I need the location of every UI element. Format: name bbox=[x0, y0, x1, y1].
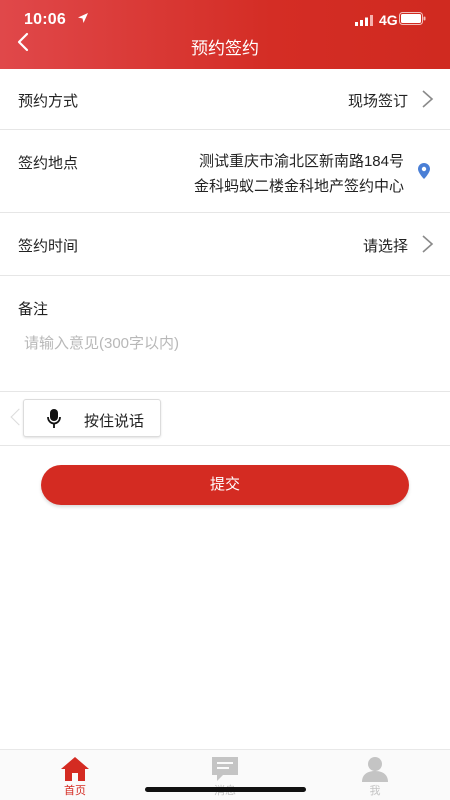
app-header: 10:06 4G 预约签约 bbox=[0, 0, 450, 69]
location-arrow-icon bbox=[78, 13, 88, 23]
time-label: 签约时间 bbox=[18, 238, 79, 255]
tab-home-label: 首页 bbox=[64, 785, 86, 797]
location-row: 签约地点 测试重庆市渝北区新南路184号 金科蚂蚁二楼金科地产签约中心 bbox=[0, 130, 450, 213]
tab-home[interactable]: 首页 bbox=[30, 750, 120, 800]
address-line-1: 测试重庆市渝北区新南路184号 bbox=[198, 153, 404, 170]
location-label: 签约地点 bbox=[18, 155, 79, 172]
location-pin-icon[interactable] bbox=[418, 163, 430, 179]
tab-bar: 首页 消息 我 bbox=[0, 749, 450, 800]
submit-button[interactable]: 提交 bbox=[41, 465, 409, 505]
remark-input[interactable]: 请输入意见(300字以内) bbox=[24, 332, 179, 353]
voice-button-label: 按住说话 bbox=[84, 413, 145, 430]
network-type: 4G bbox=[379, 12, 398, 28]
battery-icon bbox=[399, 12, 426, 25]
user-icon bbox=[362, 757, 388, 782]
method-row[interactable]: 预约方式 现场签订 bbox=[0, 69, 450, 130]
location-address: 测试重庆市渝北区新南路184号 金科蚂蚁二楼金科地产签约中心 bbox=[144, 149, 404, 199]
tab-me-label: 我 bbox=[369, 785, 381, 797]
home-icon bbox=[61, 757, 89, 781]
remark-label: 备注 bbox=[18, 301, 49, 318]
hold-to-talk-button[interactable]: 按住说话 bbox=[23, 399, 161, 437]
tab-messages[interactable]: 消息 bbox=[180, 750, 270, 800]
tab-me[interactable]: 我 bbox=[330, 750, 420, 800]
divider bbox=[0, 445, 450, 446]
time-row[interactable]: 签约时间 请选择 bbox=[0, 213, 450, 276]
time-value: 请选择 bbox=[362, 238, 408, 255]
status-time: 10:06 bbox=[24, 11, 66, 28]
message-icon bbox=[212, 757, 238, 781]
method-label: 预约方式 bbox=[18, 93, 79, 110]
home-indicator bbox=[145, 787, 306, 792]
booking-form: 预约方式 现场签订 签约地点 测试重庆市渝北区新南路184号 金科蚂蚁二楼金科地… bbox=[0, 69, 450, 749]
method-value: 现场签订 bbox=[347, 93, 408, 110]
chevron-right-icon bbox=[422, 235, 434, 253]
microphone-icon bbox=[47, 409, 61, 428]
status-bar: 10:06 4G bbox=[0, 0, 450, 36]
chevron-right-icon bbox=[422, 90, 434, 108]
page-title: 预约签约 bbox=[191, 39, 259, 58]
address-line-2: 金科蚂蚁二楼金科地产签约中心 bbox=[193, 178, 404, 195]
signal-icon bbox=[355, 15, 373, 26]
